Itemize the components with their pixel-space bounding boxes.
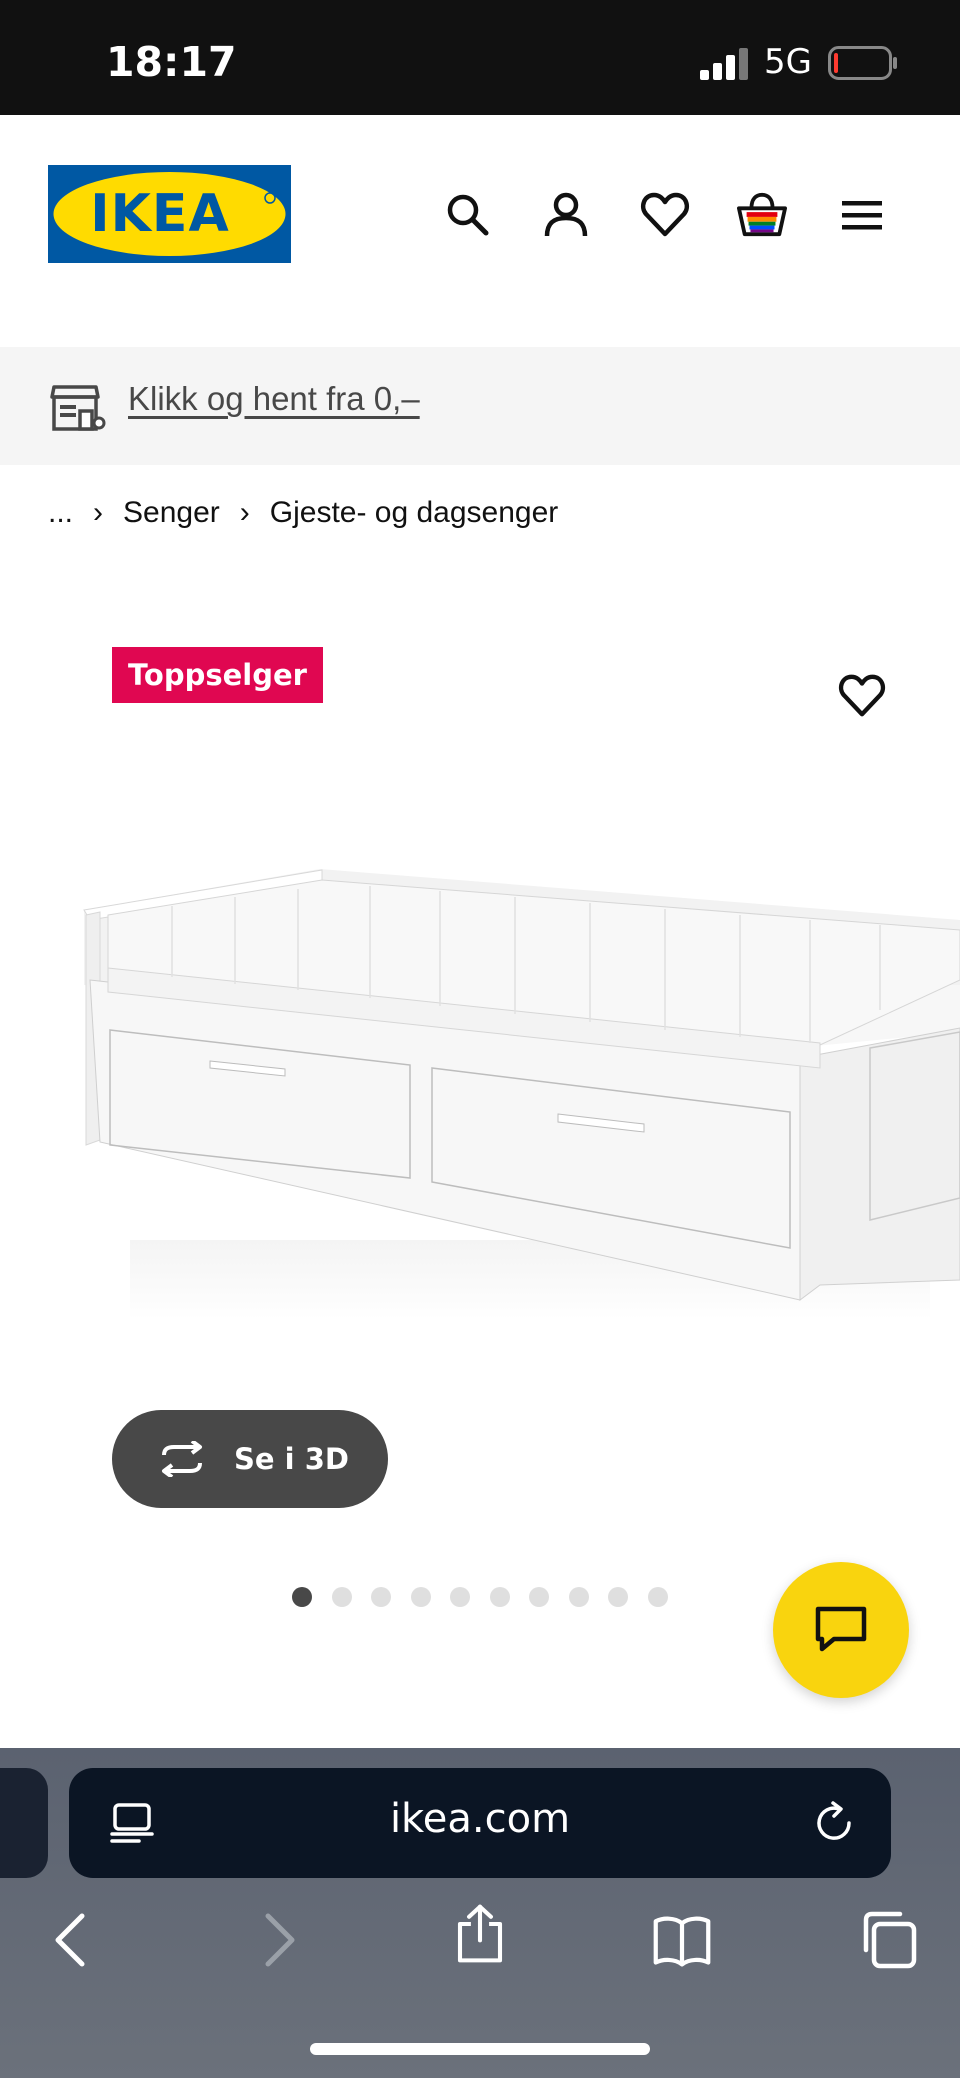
carousel-dot[interactable] (371, 1587, 391, 1607)
ikea-logo[interactable]: IKEA (48, 165, 291, 263)
carousel-dot[interactable] (568, 1587, 589, 1607)
svg-text:IKEA: IKEA (90, 184, 229, 244)
carousel-dot[interactable] (450, 1587, 470, 1607)
breadcrumb-item-guest-beds[interactable]: Gjeste- og dagsenger (270, 496, 559, 530)
breadcrumb-item-senger[interactable]: Senger (123, 496, 220, 530)
reload-icon[interactable] (811, 1800, 857, 1846)
share-icon[interactable] (450, 1904, 510, 1964)
chat-bubble-icon (815, 1606, 867, 1652)
previous-tab-peek[interactable] (0, 1768, 48, 1878)
view-in-3d-button[interactable]: Se i 3D (112, 1410, 388, 1508)
search-icon[interactable] (443, 190, 493, 240)
back-icon[interactable] (42, 1910, 102, 1970)
bookmarks-icon[interactable] (652, 1910, 712, 1970)
store-pickup-icon (50, 385, 106, 431)
network-type: 5G (764, 42, 812, 82)
breadcrumb: ... › Senger › Gjeste- og dagsenger (48, 496, 558, 530)
address-bar[interactable]: ikea.com (69, 1768, 891, 1878)
view-in-3d-label: Se i 3D (234, 1442, 349, 1476)
signal-strength-icon (700, 48, 748, 80)
carousel-dot[interactable] (331, 1587, 352, 1607)
favourites-icon[interactable] (640, 190, 690, 240)
carousel-dot[interactable] (647, 1587, 668, 1607)
forward-icon[interactable] (248, 1910, 308, 1970)
add-to-favourites-icon[interactable] (838, 672, 886, 720)
battery-icon (828, 46, 897, 80)
carousel-dot[interactable] (410, 1587, 431, 1607)
image-carousel-indicator (292, 1587, 668, 1607)
rotate-3d-icon (162, 1441, 202, 1477)
click-collect-link[interactable]: Klikk og hent fra 0,– (128, 380, 420, 418)
top-seller-badge: Toppselger (112, 647, 323, 703)
status-time: 18:17 (106, 38, 237, 86)
breadcrumb-ellipsis[interactable]: ... (48, 496, 73, 530)
carousel-dot[interactable] (292, 1587, 312, 1607)
basket-icon[interactable] (737, 190, 787, 240)
menu-icon[interactable] (837, 190, 887, 240)
account-icon[interactable] (541, 190, 591, 240)
home-indicator (310, 2043, 650, 2055)
chevron-right-icon: › (239, 496, 250, 529)
chevron-right-icon: › (93, 496, 104, 529)
url-text: ikea.com (389, 1796, 571, 1842)
tabs-icon[interactable] (858, 1910, 918, 1970)
chat-button[interactable] (773, 1562, 909, 1698)
carousel-dot[interactable] (529, 1587, 549, 1607)
carousel-dot[interactable] (489, 1587, 510, 1607)
carousel-dot[interactable] (608, 1587, 628, 1607)
product-image-daybed[interactable] (60, 860, 960, 1320)
